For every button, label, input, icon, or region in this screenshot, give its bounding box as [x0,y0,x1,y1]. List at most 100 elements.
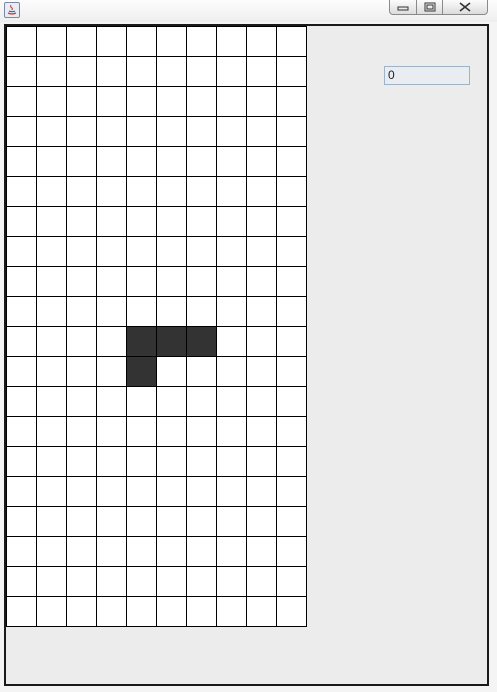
board-cell [156,386,187,417]
game-board[interactable] [6,26,307,627]
board-cell [276,146,307,177]
filled-cell [126,326,157,357]
board-cell [6,596,37,627]
board-cell [96,26,127,57]
board-cell [6,326,37,357]
board-cell [156,356,187,387]
board-cell [96,146,127,177]
board-cell [6,536,37,567]
board-cell [216,596,247,627]
board-cell [66,326,97,357]
board-cell [156,446,187,477]
board-cell [156,416,187,447]
board-cell [246,26,277,57]
minimize-button[interactable] [389,0,417,15]
score-field[interactable]: 0 [384,66,470,85]
board-cell [36,386,67,417]
board-cell [246,566,277,597]
board-cell [186,386,217,417]
board-cell [276,446,307,477]
board-cell [66,446,97,477]
board-cell [6,566,37,597]
board-cell [96,206,127,237]
board-cell [156,206,187,237]
board-cell [66,116,97,147]
board-cell [36,506,67,537]
board-cell [186,476,217,507]
board-cell [66,416,97,447]
board-cell [66,476,97,507]
board-cell [156,476,187,507]
board-cell [66,266,97,297]
board-cell [96,416,127,447]
board-cell [246,86,277,117]
board-cell [96,566,127,597]
board-cell [6,116,37,147]
board-cell [276,296,307,327]
board-cell [96,536,127,567]
board-cell [276,566,307,597]
board-cell [186,296,217,327]
board-cell [6,386,37,417]
board-cell [156,26,187,57]
board-cell [246,296,277,327]
board-cell [36,236,67,267]
board-cell [126,56,157,87]
board-cell [126,116,157,147]
maximize-button[interactable] [417,0,443,15]
filled-cell [126,356,157,387]
board-cell [246,506,277,537]
board-cell [126,596,157,627]
board-cell [156,536,187,567]
board-cell [126,296,157,327]
board-cell [216,386,247,417]
board-cell [156,596,187,627]
board-cell [216,266,247,297]
board-cell [126,476,157,507]
board-cell [6,506,37,537]
board-cell [276,26,307,57]
board-cell [156,116,187,147]
board-cell [156,296,187,327]
board-cell [246,326,277,357]
board-cell [186,356,217,387]
board-cell [96,116,127,147]
board-cell [96,86,127,117]
board-cell [216,326,247,357]
board-cell [246,176,277,207]
board-cell [156,566,187,597]
board-cell [6,206,37,237]
board-cell [126,26,157,57]
board-cell [36,446,67,477]
title-bar[interactable] [0,0,497,22]
board-cell [66,596,97,627]
board-cell [36,86,67,117]
board-cell [186,146,217,177]
board-cell [96,176,127,207]
board-cell [216,236,247,267]
close-button[interactable] [443,0,488,15]
board-cell [126,446,157,477]
board-cell [276,506,307,537]
board-cell [6,446,37,477]
java-app-icon[interactable] [4,2,20,18]
board-cell [246,446,277,477]
board-cell [246,416,277,447]
board-cell [216,56,247,87]
board-cell [276,176,307,207]
board-cell [96,446,127,477]
board-cell [246,596,277,627]
board-cell [246,476,277,507]
board-cell [126,566,157,597]
board-cell [36,416,67,447]
board-cell [216,206,247,237]
board-cell [246,56,277,87]
maximize-icon [424,2,435,12]
board-cell [36,536,67,567]
board-cell [126,86,157,117]
board-cell [6,356,37,387]
board-cell [186,86,217,117]
board-cell [186,116,217,147]
board-cell [126,146,157,177]
board-cell [6,476,37,507]
